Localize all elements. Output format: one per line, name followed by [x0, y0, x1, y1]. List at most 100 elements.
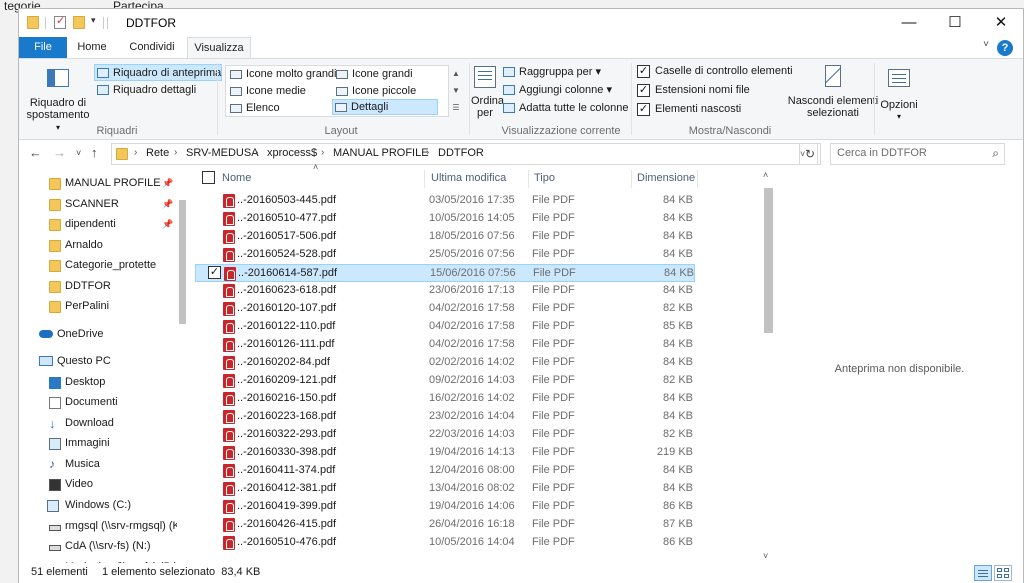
navigation-scrollbar[interactable]	[177, 192, 187, 567]
layout-small-icons[interactable]: Icone piccole	[334, 84, 416, 100]
pin-icon[interactable]: 📌	[162, 215, 173, 234]
maximize-button[interactable]: ☐	[932, 9, 978, 37]
file-list-scrollbar[interactable]: ˄ ˅	[761, 168, 775, 567]
properties-icon[interactable]	[54, 14, 66, 29]
pdf-icon	[224, 267, 236, 281]
column-divider[interactable]	[697, 170, 698, 188]
layout-large-icons[interactable]: Icone grandi	[334, 67, 413, 83]
column-divider[interactable]	[631, 170, 632, 188]
scrollbar-thumb[interactable]	[764, 188, 773, 333]
scrollbar-thumb[interactable]	[179, 200, 186, 324]
table-row[interactable]: ..-20160412-381.pdf 13/04/2016 08:02 File …	[195, 480, 695, 498]
tab-share[interactable]: Condividi	[119, 37, 185, 59]
column-header-type[interactable]: Tipo	[534, 168, 630, 190]
checkbox[interactable]: ✓	[637, 84, 650, 97]
table-row[interactable]: ..-20160517-506.pdf 18/05/2016 07:56 File …	[195, 228, 695, 246]
pin-icon[interactable]: 📌	[162, 174, 173, 193]
table-row[interactable]: ..-20160330-398.pdf 19/04/2016 14:13 File …	[195, 444, 695, 462]
checkbox[interactable]: ✓	[637, 103, 650, 116]
back-arrow-icon[interactable]: ←	[29, 145, 42, 160]
hidden-items-toggle[interactable]: ✓ Elementi nascosti	[637, 102, 741, 118]
search-icon[interactable]: ⌕	[992, 146, 999, 161]
breadcrumb-network[interactable]: Rete	[146, 147, 169, 159]
pdf-icon	[223, 392, 235, 406]
table-row[interactable]: ..-20160122-110.pdf 04/02/2016 17:58 File …	[195, 318, 695, 336]
group-by-button[interactable]: Raggruppa per ▾	[501, 64, 601, 81]
options-button[interactable]: Opzioni ▾	[879, 67, 919, 123]
table-row[interactable]: ..-20160623-618.pdf 23/06/2016 17:13 File …	[195, 282, 695, 300]
checkbox[interactable]: ✓	[637, 65, 650, 78]
layout-medium-icons[interactable]: Icone medie	[228, 84, 306, 100]
add-columns-button[interactable]: Aggiungi colonne ▾	[501, 82, 612, 99]
file-date: 13/04/2016 08:02	[429, 482, 515, 494]
table-row[interactable]: ..-20160216-150.pdf 16/02/2016 14:02 File …	[195, 390, 695, 408]
pin-icon[interactable]: 📌	[162, 195, 173, 214]
layout-details[interactable]: Dettagli	[332, 99, 438, 115]
chevron-right-icon[interactable]: ›	[321, 147, 324, 158]
breadcrumb-server[interactable]: SRV-MEDUSA	[186, 147, 259, 159]
breadcrumb-share[interactable]: xprocess$	[267, 147, 317, 159]
chevron-down-icon[interactable]: ˅	[983, 39, 989, 50]
forward-arrow-icon[interactable]: →	[53, 145, 66, 160]
column-header-modified[interactable]: Ultima modifica	[431, 168, 527, 190]
file-name: ..-20160216-150.pdf	[237, 392, 337, 404]
close-button[interactable]: ✕	[978, 9, 1024, 37]
new-folder-icon[interactable]	[73, 16, 85, 29]
nav-item-label: Video	[65, 478, 93, 490]
tab-home[interactable]: Home	[69, 37, 115, 59]
breadcrumb-manual-profile[interactable]: MANUAL PROFILE	[333, 147, 429, 159]
scroll-up-icon[interactable]: ˄	[763, 170, 768, 180]
table-row[interactable]: ..-20160322-293.pdf 22/03/2016 14:03 File …	[195, 426, 695, 444]
up-arrow-icon[interactable]: ↑	[91, 145, 98, 160]
table-row-selected[interactable]: ✓ ..-20160614-587.pdf 15/06/2016 07:56 File…	[195, 264, 695, 282]
scroll-down-icon[interactable]: ˅	[763, 551, 768, 561]
tab-view[interactable]: Visualizza	[187, 37, 251, 59]
tab-file[interactable]: File	[19, 37, 67, 59]
layout-list[interactable]: Elenco	[228, 101, 280, 117]
address-field[interactable]: › Rete › SRV-MEDUSA › xprocess$ › MANUAL…	[111, 143, 818, 165]
layout-gallery-scroll[interactable]: ▲ ▼ ☰	[450, 65, 462, 117]
large-icons-view-button[interactable]	[994, 565, 1012, 581]
column-header-name[interactable]: Nome	[222, 168, 422, 190]
breadcrumb-current-folder[interactable]: DDTFOR	[438, 147, 484, 159]
table-row[interactable]: ..-20160510-476.pdf 10/05/2016 14:04 File …	[195, 534, 695, 552]
refresh-icon[interactable]: ↻	[799, 143, 821, 165]
file-name: ..-20160209-121.pdf	[237, 374, 337, 386]
table-row[interactable]: ..-20160411-374.pdf 12/04/2016 08:00 File …	[195, 462, 695, 480]
file-extensions-toggle[interactable]: ✓ Estensioni nomi file	[637, 83, 750, 99]
table-row[interactable]: ..-20160426-415.pdf 26/04/2016 16:18 File …	[195, 516, 695, 534]
row-checkbox[interactable]: ✓	[208, 266, 221, 279]
search-box[interactable]: ⌕	[830, 143, 1005, 165]
table-row[interactable]: ..-20160202-84.pdf 02/02/2016 14:02 File P…	[195, 354, 695, 372]
recent-locations-icon[interactable]: ˅	[76, 148, 81, 158]
select-all-checkbox[interactable]	[202, 171, 215, 184]
table-row[interactable]: ..-20160419-399.pdf 19/04/2016 14:06 File …	[195, 498, 695, 516]
column-divider[interactable]	[528, 170, 529, 188]
pdf-icon	[223, 410, 235, 424]
chevron-right-icon[interactable]: ›	[174, 147, 177, 158]
chevron-right-icon[interactable]: ›	[426, 147, 429, 158]
column-header-size[interactable]: Dimensione	[637, 168, 697, 190]
table-row[interactable]: ..-20160223-168.pdf 23/02/2016 14:04 File …	[195, 408, 695, 426]
column-divider[interactable]	[424, 170, 425, 188]
table-row[interactable]: ..-20160209-121.pdf 09/02/2016 14:03 File …	[195, 372, 695, 390]
table-row[interactable]: ..-20160510-477.pdf 10/05/2016 14:05 File …	[195, 210, 695, 228]
search-input[interactable]	[837, 147, 977, 159]
details-view-button[interactable]	[974, 565, 992, 581]
item-checkboxes-toggle[interactable]: ✓ Caselle di controllo elementi	[637, 64, 793, 80]
help-button[interactable]: ?	[997, 40, 1013, 56]
sort-by-button[interactable]: Ordina per	[471, 63, 504, 119]
minimize-button[interactable]: —	[886, 9, 932, 37]
hide-selected-button[interactable]: Nascondi elementi selezionati	[783, 63, 883, 119]
table-row[interactable]: ..-20160126-111.pdf 04/02/2016 17:58 File …	[195, 336, 695, 354]
table-row[interactable]: ..-20160120-107.pdf 04/02/2016 17:58 File …	[195, 300, 695, 318]
layout-extra-large-icons[interactable]: Icone molto grandi	[228, 67, 337, 83]
chevron-right-icon[interactable]: ›	[255, 147, 258, 158]
customize-toolbar-icon[interactable]: ▾	[91, 15, 96, 26]
layout-icon	[336, 70, 348, 79]
chevron-right-icon[interactable]: ›	[134, 147, 137, 158]
file-name: ..-20160510-476.pdf	[237, 536, 337, 548]
table-row[interactable]: ..-20160503-445.pdf 03/05/2016 17:35 File …	[195, 192, 695, 210]
table-row[interactable]: ..-20160524-528.pdf 25/05/2016 07:56 File …	[195, 246, 695, 264]
fit-columns-button[interactable]: Adatta tutte le colonne	[501, 100, 628, 117]
